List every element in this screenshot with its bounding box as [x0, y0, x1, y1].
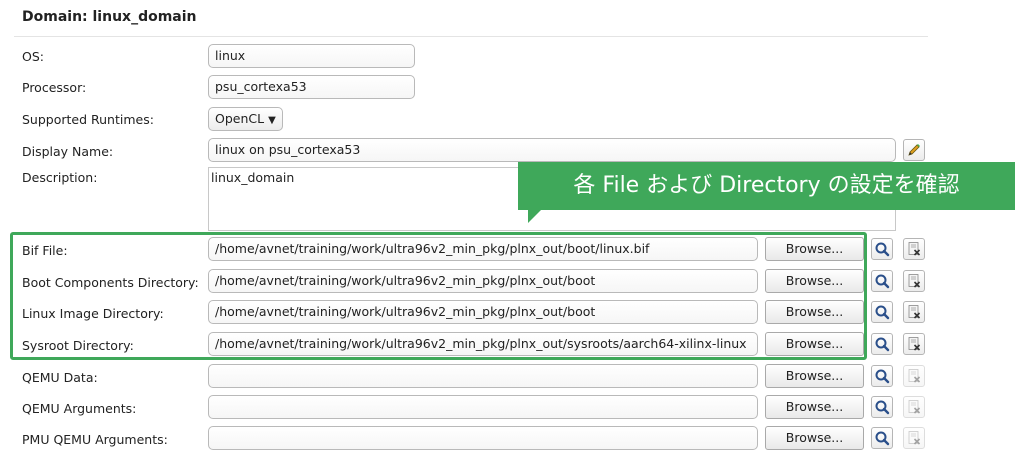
- processor-label: Processor:: [22, 80, 87, 95]
- search-button[interactable]: [871, 301, 893, 323]
- callout-banner: 各 File および Directory の設定を確認: [518, 162, 1015, 210]
- clear-icon: [908, 305, 921, 319]
- runtimes-value: OpenCL: [215, 111, 265, 126]
- search-button[interactable]: [871, 238, 893, 260]
- pencil-icon: [908, 144, 920, 156]
- callout-tail: [528, 209, 542, 223]
- os-field[interactable]: linux: [208, 44, 415, 68]
- search-button[interactable]: [871, 427, 893, 449]
- search-icon: [875, 242, 890, 257]
- path-field[interactable]: [208, 395, 758, 419]
- edit-button[interactable]: [903, 139, 925, 161]
- clear-button[interactable]: [903, 333, 925, 355]
- os-label: OS:: [22, 49, 44, 64]
- domain-title: Domain: linux_domain: [22, 9, 197, 25]
- search-icon: [875, 274, 890, 289]
- clear-icon: [908, 400, 921, 414]
- path-label: QEMU Arguments:: [22, 401, 137, 416]
- search-button[interactable]: [871, 270, 893, 292]
- path-label: QEMU Data:: [22, 370, 98, 385]
- search-icon: [875, 369, 890, 384]
- runtimes-label: Supported Runtimes:: [22, 112, 154, 127]
- search-icon: [875, 305, 890, 320]
- browse-button[interactable]: Browse...: [765, 395, 864, 419]
- clear-icon: [908, 369, 921, 383]
- clear-icon: [908, 274, 921, 288]
- clear-button[interactable]: [903, 270, 925, 292]
- search-icon: [875, 431, 890, 446]
- browse-button[interactable]: Browse...: [765, 426, 864, 450]
- highlight-box: [10, 232, 867, 360]
- clear-icon: [908, 431, 921, 445]
- clear-button[interactable]: [903, 365, 925, 387]
- search-button[interactable]: [871, 396, 893, 418]
- clear-icon: [908, 337, 921, 351]
- clear-icon: [908, 242, 921, 256]
- separator: [14, 36, 928, 37]
- runtimes-dropdown[interactable]: OpenCL ▼: [208, 107, 283, 131]
- path-field[interactable]: [208, 426, 758, 450]
- search-icon: [875, 337, 890, 352]
- clear-button[interactable]: [903, 238, 925, 260]
- clear-button[interactable]: [903, 301, 925, 323]
- display-name-field[interactable]: linux on psu_cortexa53: [208, 138, 896, 162]
- path-label: PMU QEMU Arguments:: [22, 432, 168, 447]
- display-name-label: Display Name:: [22, 144, 114, 159]
- search-button[interactable]: [871, 365, 893, 387]
- chevron-down-icon: ▼: [268, 115, 276, 126]
- processor-field[interactable]: psu_cortexa53: [208, 75, 415, 99]
- search-button[interactable]: [871, 333, 893, 355]
- search-icon: [875, 400, 890, 415]
- clear-button[interactable]: [903, 427, 925, 449]
- path-field[interactable]: [208, 364, 758, 388]
- description-label: Description:: [22, 170, 98, 185]
- clear-button[interactable]: [903, 396, 925, 418]
- browse-button[interactable]: Browse...: [765, 364, 864, 388]
